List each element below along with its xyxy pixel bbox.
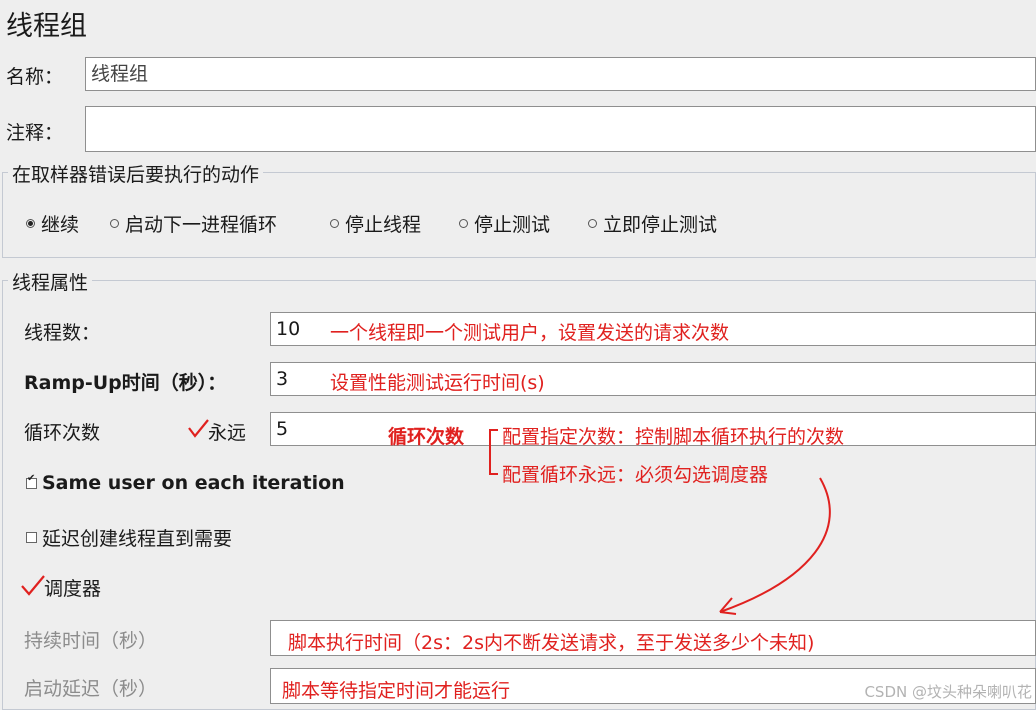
red-check-mark-icon [21, 575, 45, 596]
radio-stop-test[interactable]: 停止测试 [459, 210, 550, 237]
loops-annotation-a: 配置指定次数：控制脚本循环执行的次数 [502, 426, 845, 448]
radio-stop-test-now[interactable]: 立即停止测试 [588, 210, 717, 237]
threads-annotation: 一个线程即一个测试用户，设置发送的请求次数 [330, 322, 730, 344]
checkbox-checked-icon [26, 473, 37, 489]
loops-label: 循环次数 [24, 422, 101, 444]
startup-delay-label: 启动延迟（秒） [24, 678, 158, 700]
loops-value: 5 [276, 418, 289, 440]
delay-create-label: 延迟创建线程直到需要 [42, 528, 233, 550]
delay-create-checkbox[interactable]: 延迟创建线程直到需要 [26, 524, 232, 551]
red-arrow-icon [719, 477, 831, 615]
checkbox-unchecked-icon [26, 532, 37, 543]
rampup-label: Ramp-Up时间（秒）： [24, 372, 227, 394]
same-user-checkbox[interactable]: Same user on each iteration [26, 472, 345, 494]
radio-unselected-icon [459, 219, 468, 228]
rampup-annotation: 设置性能测试运行时间(s) [330, 372, 545, 394]
radio-unselected-icon [330, 219, 339, 228]
comment-label: 注释： [6, 122, 64, 144]
radio-label: 启动下一进程循环 [125, 214, 278, 236]
radio-label: 停止线程 [345, 214, 422, 236]
startup-delay-annotation: 脚本等待指定时间才能运行 [282, 680, 511, 702]
radio-start-next-loop[interactable]: 启动下一进程循环 [110, 210, 277, 237]
rampup-value: 3 [276, 368, 289, 390]
radio-continue[interactable]: 继续 [26, 210, 79, 237]
radio-label: 立即停止测试 [603, 214, 718, 236]
name-field[interactable]: 线程组 [85, 57, 1036, 91]
duration-annotation: 脚本执行时间（2s：2s内不断发送请求，至于发送多少个未知) [288, 632, 815, 654]
radio-unselected-icon [110, 219, 119, 228]
thread-props-legend: 线程属性 [8, 268, 93, 295]
bracket-icon [489, 429, 498, 475]
radio-label: 继续 [41, 214, 80, 236]
threads-label: 线程数： [24, 322, 101, 344]
sampler-error-legend: 在取样器错误后要执行的动作 [8, 160, 264, 187]
loops-annotation-title: 循环次数 [388, 426, 465, 448]
radio-stop-thread[interactable]: 停止线程 [330, 210, 421, 237]
scheduler-label: 调度器 [44, 578, 102, 600]
page-title: 线程组 [6, 11, 87, 42]
name-label: 名称： [6, 66, 64, 88]
radio-label: 停止测试 [474, 214, 551, 236]
red-check-mark-icon [188, 419, 209, 438]
radio-unselected-icon [588, 219, 597, 228]
same-user-label: Same user on each iteration [42, 472, 345, 494]
forever-label: 永远 [208, 422, 247, 444]
watermark: CSDN @坟头种朵喇叭花 [864, 683, 1032, 701]
duration-label: 持续时间（秒） [24, 630, 158, 652]
radio-selected-icon [26, 219, 35, 228]
comment-field[interactable] [85, 106, 1036, 152]
threads-value: 10 [276, 318, 301, 340]
